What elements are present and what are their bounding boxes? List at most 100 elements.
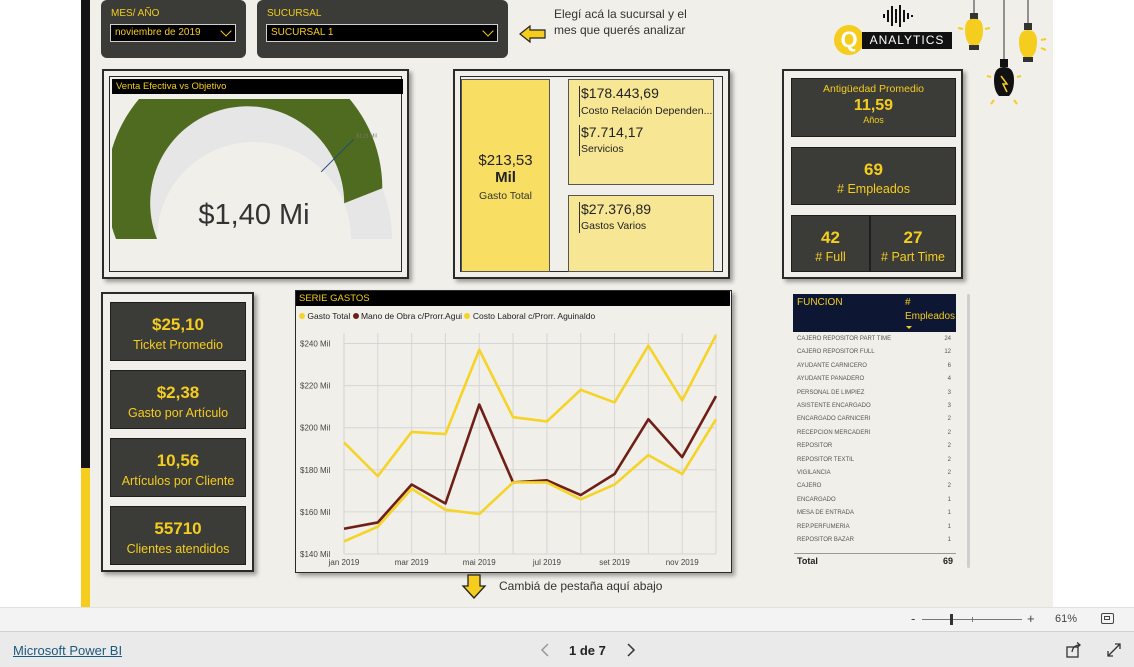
employee-count-cell: 2	[947, 443, 951, 450]
part-time-card: 27 # Part Time	[870, 215, 956, 272]
expense-series-chart-panel: SERIE GASTOS Gasto Total Mano de Obra c/…	[295, 290, 732, 573]
full-time-card: 42 # Full	[791, 215, 870, 272]
y-tick-label: $180 Mil	[300, 466, 330, 475]
gauge-value: $1,40 Mi	[198, 199, 309, 231]
chevron-down-icon	[482, 25, 494, 37]
kpi-clients-card: 55710 Clientes atendidos	[110, 506, 246, 565]
prev-page-icon[interactable]	[540, 643, 550, 657]
table-row[interactable]: PERSONAL DE LIMPIEZ 3	[794, 387, 954, 400]
month-dropdown-value: noviembre de 2019	[115, 27, 201, 38]
table-row[interactable]: ENCARGADO CARNICERI 2	[794, 413, 954, 426]
total-expense-value: $213,53	[478, 152, 533, 169]
table-row[interactable]: AYUDANTE PANADERO 4	[794, 373, 954, 386]
kpi-value: 10,56	[156, 451, 200, 470]
kpi-ticket-card: $25,10 Ticket Promedio	[110, 302, 246, 361]
function-name-cell: VIGILANCIA	[797, 470, 831, 476]
table-row[interactable]: ENCARGADO 1	[794, 494, 954, 507]
branch-dropdown[interactable]: SUCURSAL 1	[266, 24, 498, 42]
function-name-cell: AYUDANTE CARNICERO	[797, 362, 867, 369]
legend-label: Costo Laboral c/Prorr. Aguinaldo	[472, 311, 596, 321]
expense-card-value: $178.443,69	[581, 85, 659, 101]
kpi-label: Clientes atendidos	[126, 542, 230, 556]
footer-bar: Microsoft Power BI 1 de 7	[0, 631, 1134, 667]
branch-dropdown-value: SUCURSAL 1	[271, 27, 334, 38]
seniority-title: Antigüedad Promedio	[823, 83, 924, 95]
filter-hint-line1: Elegí acá la sucursal y el	[554, 7, 687, 21]
employee-count-cell: 3	[947, 403, 951, 409]
y-tick-label: $140 Mil	[300, 550, 330, 559]
employees-col-header[interactable]: Empleados	[905, 311, 955, 322]
function-name-cell: RECEPCION MERCADERI	[797, 429, 871, 436]
kpi-value: $2,38	[156, 383, 200, 402]
total-label: Total	[797, 556, 818, 566]
staff-panel: Antigüedad Promedio 11,59 Años 69 # Empl…	[782, 69, 963, 279]
kpi-label: Gasto por Artículo	[127, 406, 229, 420]
share-icon[interactable]	[1066, 642, 1082, 658]
function-table-scrollbar[interactable]	[967, 294, 970, 568]
employee-count-cell: 12	[944, 349, 951, 356]
employee-count-cell: 1	[947, 510, 951, 517]
function-name-cell: PERSONAL DE LIMPIEZ	[797, 389, 865, 396]
employee-count-cell: 2	[947, 456, 951, 463]
y-tick-label: $220 Mil	[300, 382, 330, 391]
function-col-header[interactable]: FUNCION	[797, 297, 843, 308]
card-accent	[579, 202, 580, 233]
table-row[interactable]: ASISTENTE ENCARGADO 3	[794, 400, 954, 413]
employee-count-cell: 2	[947, 470, 951, 476]
table-row[interactable]: AYUDANTE CARNICERO 6	[794, 360, 954, 373]
zoom-in-button[interactable]: +	[1027, 611, 1035, 626]
legend-dot	[464, 313, 471, 319]
sound-wave-icon	[883, 5, 913, 27]
zoom-slider-thumb[interactable]	[950, 614, 953, 625]
kpi-items-per-client-card: 10,56 Artículos por Cliente	[110, 438, 246, 497]
table-row[interactable]: CAJERO REPOSITOR PART TIME 24	[794, 333, 954, 346]
part-time-value: 27	[903, 228, 923, 247]
table-row[interactable]: REPOSITOR BAZAR 1	[794, 534, 954, 547]
table-row[interactable]: REPOSITOR TEXTIL 2	[794, 454, 954, 467]
next-page-icon[interactable]	[626, 643, 636, 657]
left-accent-bar	[81, 0, 90, 468]
arrow-down-icon	[461, 574, 487, 599]
legend-label: Gasto Total	[307, 311, 351, 321]
table-row[interactable]: VIGILANCIA 2	[794, 467, 954, 480]
function-name-cell: REPOSITOR BAZAR	[797, 537, 854, 543]
employee-count-cell: 2	[947, 429, 951, 436]
table-row[interactable]: REP.PERFUMERIA 1	[794, 521, 954, 534]
zoom-percent[interactable]: 61%	[1055, 613, 1077, 625]
employee-count-cell: 2	[947, 416, 951, 423]
gauge-title: Venta Efectiva vs Objetivo	[112, 79, 403, 94]
function-table-header: FUNCION # Empleados	[793, 294, 956, 332]
x-tick-label: jan 2019	[328, 558, 360, 567]
function-table-panel: FUNCION # Empleados CAJERO REPOSITOR PAR…	[789, 290, 970, 573]
page-hint: Cambiá de pestaña aquí abajo	[499, 579, 663, 593]
function-name-cell: REPOSITOR	[797, 443, 833, 450]
table-row[interactable]: REPOSITOR 2	[794, 440, 954, 453]
table-row[interactable]: CAJERO 2	[794, 480, 954, 493]
x-tick-label: nov 2019	[666, 558, 699, 567]
gauge-target-label: $1,21 Mil	[356, 134, 376, 140]
total-expense-unit: Mil	[495, 169, 516, 186]
month-dropdown[interactable]: noviembre de 2019	[110, 24, 236, 42]
zoom-out-button[interactable]: -	[911, 611, 915, 626]
employees-card: 69 # Empleados	[791, 147, 956, 205]
function-table-total-row: Total 69	[794, 553, 956, 567]
fit-inner	[1104, 616, 1110, 620]
expense-card-value: $27.376,89	[581, 201, 652, 217]
powerbi-link[interactable]: Microsoft Power BI	[13, 643, 122, 658]
table-row[interactable]: RECEPCION MERCADERI 2	[794, 427, 954, 440]
table-row[interactable]: CAJERO REPOSITOR FULL 12	[794, 346, 954, 359]
fit-to-page-icon[interactable]	[1101, 613, 1114, 624]
zoom-slider[interactable]	[922, 614, 1022, 625]
expense-card-dependency-services: $178.443,69 Costo Relación Dependen... $…	[568, 79, 714, 185]
employee-count-cell: 1	[947, 496, 951, 503]
expense-card-value: $7.714,17	[581, 124, 644, 140]
table-row[interactable]: MESA DE ENTRADA 1	[794, 507, 954, 520]
employee-count-cell: 2	[947, 483, 951, 490]
fullscreen-icon[interactable]	[1106, 642, 1122, 658]
employees-value: 69	[864, 160, 883, 179]
employees-col-header-hash[interactable]: #	[905, 297, 911, 308]
kpi-value: 55710	[154, 519, 202, 538]
employee-count-cell: 4	[947, 376, 951, 383]
line-chart: $240 Mil $220 Mil $200 Mil $180 Mil $160 Mil…	[300, 333, 718, 567]
gauge-panel: Venta Efectiva vs Objetivo $1,21 Mil $1,…	[102, 69, 409, 279]
